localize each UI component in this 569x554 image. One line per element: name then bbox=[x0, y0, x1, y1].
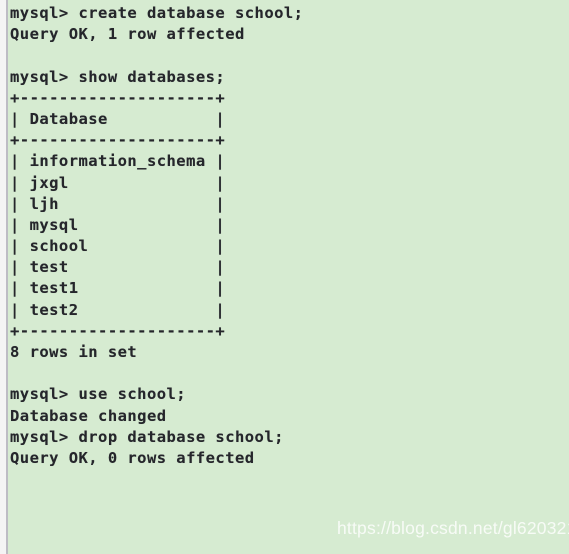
table-header-row: | Database | bbox=[10, 109, 226, 128]
table-row: | ljh | bbox=[10, 194, 226, 213]
table-row: | test2 | bbox=[10, 300, 226, 319]
table-row: | school | bbox=[10, 237, 226, 256]
terminal-screenshot: mysql> create database school; Query OK,… bbox=[0, 0, 569, 554]
terminal-line: mysql> create database school; bbox=[10, 4, 304, 22]
terminal-line: mysql> drop database school; bbox=[10, 427, 284, 446]
table-row: | test | bbox=[10, 258, 226, 277]
terminal-line: Database changed bbox=[10, 406, 167, 425]
table-row: | test1 | bbox=[10, 279, 226, 298]
table-row: | jxgl | bbox=[10, 173, 226, 192]
terminal-line: mysql> use school; bbox=[10, 385, 187, 404]
table-separator-bottom: +--------------------+ bbox=[10, 321, 226, 340]
row-count-text: 8 rows in set bbox=[10, 343, 138, 361]
terminal-line: Query OK, 0 rows affected bbox=[10, 448, 255, 467]
table-separator-mid: +--------------------+ bbox=[10, 131, 226, 150]
table-row: | information_schema | bbox=[10, 152, 226, 171]
terminal-line: mysql> show databases; bbox=[10, 67, 226, 86]
table-separator-top: +--------------------+ bbox=[10, 88, 226, 107]
table-row: | mysql | bbox=[10, 215, 226, 234]
terminal-line: Query OK, 1 row affected bbox=[10, 25, 245, 44]
left-gutter-rule bbox=[0, 0, 8, 554]
mysql-terminal-output[interactable]: mysql> create database school; Query OK,… bbox=[10, 0, 569, 554]
